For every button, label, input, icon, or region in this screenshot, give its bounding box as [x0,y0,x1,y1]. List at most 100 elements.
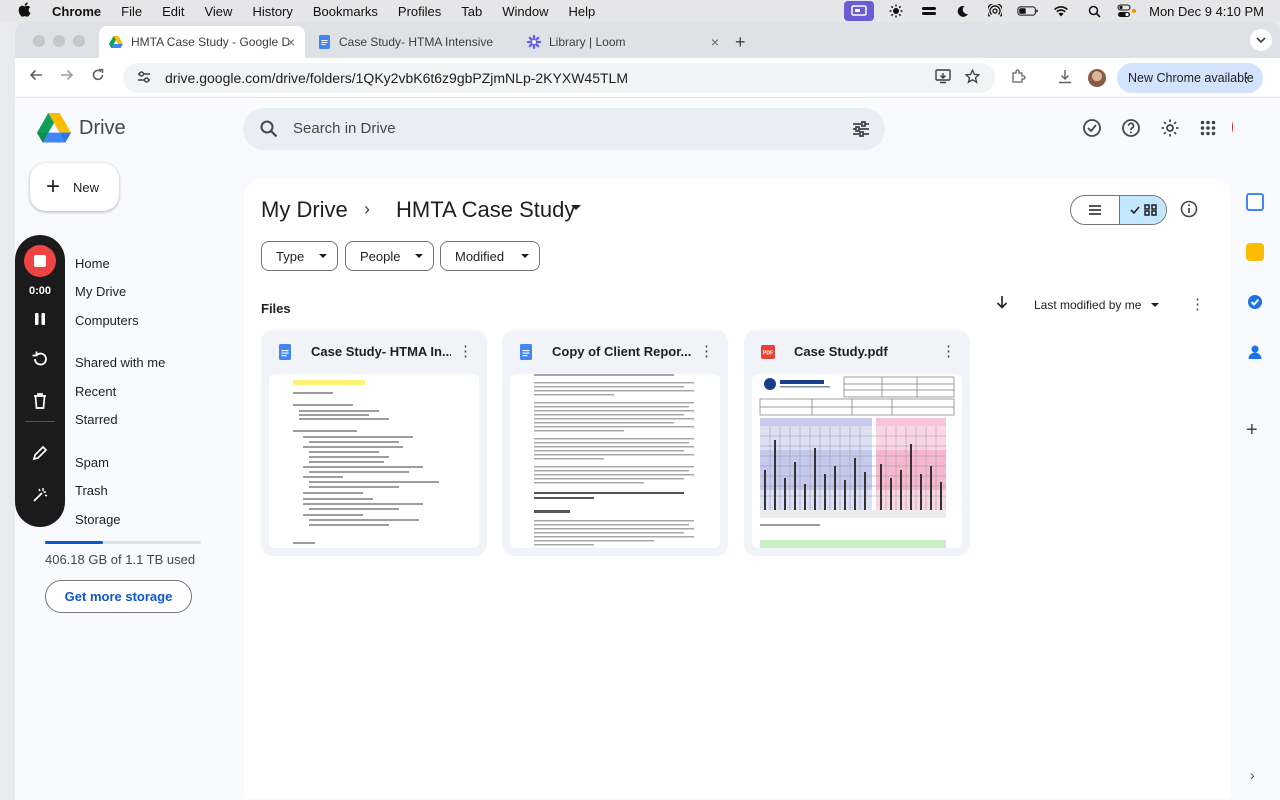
tab-search-chevron-icon[interactable] [1250,29,1272,51]
spotlight-search-icon[interactable] [1083,4,1105,18]
svg-text:PDF: PDF [763,351,773,357]
menu-window[interactable]: Window [502,4,548,19]
loom-effects-wand-icon[interactable] [28,483,52,507]
nav-item-home[interactable]: Home [75,256,110,271]
new-tab-icon[interactable]: + [735,32,746,53]
sort-direction-arrow-icon[interactable] [996,295,1008,313]
filter-modified-chip[interactable]: Modified [440,241,540,271]
details-info-icon[interactable] [1179,199,1199,219]
file-card[interactable]: PDF Case Study.pdf ⋮ [744,330,970,556]
breadcrumb-current-folder[interactable]: HMTA Case Study [396,197,575,223]
more-options-icon[interactable]: ⋮ [1190,295,1205,313]
file-more-options-icon[interactable]: ⋮ [699,342,714,360]
tab-case-study-htma[interactable]: Case Study- HTMA Intensive [307,26,513,58]
sort-caret-icon[interactable] [1151,303,1159,307]
minimize-window-button[interactable] [53,35,65,47]
search-bar[interactable]: Search in Drive [243,108,885,150]
file-card[interactable]: Case Study- HTMA In... ⋮ [261,330,487,556]
reload-icon[interactable] [91,68,105,87]
menubar-clock[interactable]: Mon Dec 9 4:10 PM [1149,4,1264,19]
moon-icon[interactable] [951,4,973,18]
help-icon[interactable] [1119,116,1143,140]
app-switch-icon[interactable] [918,4,940,18]
folder-menu-caret-icon[interactable] [571,205,581,210]
settings-gear-icon[interactable] [1158,116,1182,140]
grid-view-button[interactable] [1119,196,1166,224]
close-tab-icon[interactable]: × [711,34,719,50]
screen-record-icon[interactable] [844,1,875,21]
get-more-storage-button[interactable]: Get more storage [45,580,192,613]
chrome-menu-icon[interactable]: ⋮ [1240,70,1253,86]
loom-recording-timer: 0:00 [28,285,52,297]
file-more-options-icon[interactable]: ⋮ [458,342,473,360]
install-app-icon[interactable] [935,69,951,88]
nav-item-trash[interactable]: Trash [75,483,108,498]
bookmark-star-icon[interactable] [964,68,981,88]
nav-item-computers[interactable]: Computers [75,313,139,328]
site-settings-icon[interactable] [137,70,151,87]
menu-profiles[interactable]: Profiles [398,4,441,19]
keep-icon[interactable] [1246,243,1264,261]
download-icon[interactable] [1058,69,1072,88]
menu-history[interactable]: History [252,4,292,19]
calendar-icon[interactable] [1246,193,1264,211]
address-bar[interactable]: drive.google.com/drive/folders/1QKy2vbK6… [123,63,995,93]
menu-file[interactable]: File [121,4,142,19]
extensions-icon[interactable] [1011,69,1026,88]
breadcrumb-my-drive[interactable]: My Drive [261,197,348,223]
menu-view[interactable]: View [204,4,232,19]
back-arrow-icon[interactable] [29,68,43,87]
nav-item-starred[interactable]: Starred [75,412,118,427]
file-card[interactable]: Copy of Client Repor... ⋮ [502,330,728,556]
filter-type-chip[interactable]: Type [261,241,338,271]
filter-people-chip[interactable]: People [345,241,434,271]
search-input[interactable]: Search in Drive [293,120,396,137]
loom-delete-trash-icon[interactable] [28,389,52,413]
menu-bookmarks[interactable]: Bookmarks [313,4,378,19]
loom-pause-icon[interactable] [28,307,52,331]
menu-tab[interactable]: Tab [461,4,482,19]
nav-item-recent[interactable]: Recent [75,384,116,399]
forward-arrow-icon[interactable] [60,68,74,87]
search-icon[interactable] [259,119,279,139]
close-window-button[interactable] [33,35,45,47]
apple-menu-icon[interactable] [18,2,34,20]
loom-stop-recording-button[interactable] [24,245,56,277]
chrome-profile-avatar[interactable] [1088,69,1106,87]
tab-hmta-case-study[interactable]: HMTA Case Study - Google D × [99,26,305,58]
storage-usage-fill [45,541,103,544]
loom-draw-pencil-icon[interactable] [28,441,52,465]
loom-recorder-controls: 0:00 [15,235,65,527]
offline-ready-icon[interactable] [1080,116,1104,140]
search-options-icon[interactable] [851,119,871,139]
menu-help[interactable]: Help [569,4,596,19]
battery-icon[interactable] [1017,4,1039,18]
get-add-ons-plus-icon[interactable]: + [1246,419,1258,442]
menu-chrome[interactable]: Chrome [52,4,101,19]
tasks-icon[interactable] [1246,293,1264,311]
new-button[interactable]: + New [30,163,119,211]
close-tab-icon[interactable]: × [287,34,295,50]
control-center-icon[interactable] [1116,4,1138,18]
file-name: Case Study.pdf [794,344,888,359]
google-docs-icon [520,344,532,360]
drive-logo[interactable]: Drive [37,113,126,143]
contacts-icon[interactable] [1246,343,1264,361]
nav-item-shared-with-me[interactable]: Shared with me [75,355,165,370]
nav-item-storage[interactable]: Storage [75,512,121,527]
tab-library-loom[interactable]: Library | Loom × [517,26,729,58]
google-apps-icon[interactable] [1196,116,1220,140]
menu-edit[interactable]: Edit [162,4,184,19]
new-chrome-available-button[interactable]: New Chrome available ⋮ [1117,63,1263,93]
file-more-options-icon[interactable]: ⋮ [941,342,956,360]
zoom-window-button[interactable] [73,35,85,47]
nav-item-spam[interactable]: Spam [75,455,109,470]
nav-item-my-drive[interactable]: My Drive [75,284,126,299]
brightness-icon[interactable] [885,4,907,18]
loom-restart-icon[interactable] [28,347,52,371]
sort-by-label[interactable]: Last modified by me [1034,298,1141,312]
wifi-icon[interactable] [1050,4,1072,18]
hide-side-panel-chevron-icon[interactable]: › [1250,767,1255,783]
airdrop-icon[interactable] [984,4,1006,18]
list-view-button[interactable] [1071,196,1119,224]
